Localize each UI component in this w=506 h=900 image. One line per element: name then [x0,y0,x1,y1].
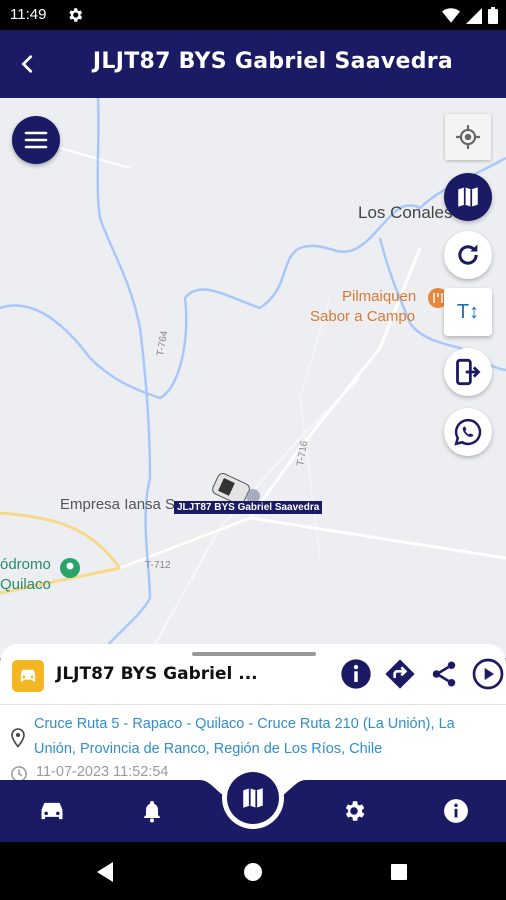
poi-label: Pilmaiquen [342,288,417,305]
menu-button[interactable] [12,116,60,164]
place-label: Empresa Iansa S [60,496,176,513]
map-layers-icon [458,187,478,207]
exit-button[interactable] [444,348,492,396]
refresh-button[interactable] [444,231,492,279]
map-icon [243,788,263,808]
status-time: 11:49 [10,6,47,23]
play-icon [472,658,504,690]
status-right [442,7,498,24]
nav-vehicles[interactable] [32,794,72,828]
nav-alerts[interactable] [132,794,172,828]
map-layers-button[interactable] [444,173,492,221]
menu-icon [24,131,48,149]
info-icon [444,799,468,823]
system-recents-button[interactable] [387,860,411,884]
vehicle-address[interactable]: Cruce Ruta 5 - Rapaco - Quilaco - Cruce … [34,712,499,762]
info-button[interactable] [340,658,372,690]
info-icon [341,659,371,689]
settings-icon [69,8,83,22]
system-back-button[interactable] [93,860,117,884]
directions-button[interactable] [384,658,416,690]
gear-icon [345,801,365,821]
nav-info[interactable] [436,794,476,828]
battery-icon [488,7,498,24]
car-icon [41,802,63,820]
text-size-icon: T↕ [456,300,480,323]
wifi-icon [442,7,460,23]
vehicle-badge [12,660,44,692]
text-size-button[interactable]: T↕ [444,288,492,336]
circle-home-icon [244,863,262,881]
vehicle-marker-label[interactable]: JLJT87 BYS Gabriel Saavedra [174,501,323,514]
directions-icon [385,659,415,689]
whatsapp-icon [454,418,482,446]
last-update-time: 11-07-2023 11:52:54 [36,764,169,780]
nav-map[interactable] [227,772,279,824]
share-button[interactable] [428,658,460,690]
bottom-nav [0,772,506,842]
refresh-icon [458,244,478,265]
app-bar: JLJT87 BYS Gabriel Saavedra [0,30,506,98]
system-nav-bar [0,842,506,900]
signal-icon [466,7,482,24]
divider [0,704,506,705]
share-icon [432,661,456,687]
whatsapp-button[interactable] [444,408,492,456]
status-bar: 11:49 [0,0,506,30]
system-home-button[interactable] [241,860,265,884]
poi-label: Quilaco [0,576,51,593]
place-label: Los Conales [358,203,453,222]
poi-label: Sabor a Campo [310,308,416,325]
location-pin-icon [11,728,25,748]
vehicle-actions [340,658,504,690]
vehicle-title: JLJT87 BYS Gabriel ... [56,664,258,684]
triangle-back-icon [97,862,113,882]
car-icon [20,669,36,682]
my-location-button[interactable] [445,114,491,160]
exit-icon [456,358,481,386]
map-view[interactable]: T-764 T-716 T-712 Los Conales Pilmaiquen… [0,98,506,658]
my-location-icon [456,125,480,149]
bell-icon [144,801,160,823]
page-title: JLJT87 BYS Gabriel Saavedra [92,49,454,74]
square-recents-icon [391,864,407,880]
nav-settings[interactable] [334,794,374,828]
road-label: T-712 [145,560,171,571]
map-canvas [0,98,506,658]
poi-label: ódromo [0,556,51,573]
play-button[interactable] [472,658,504,690]
sheet-handle[interactable] [192,652,316,656]
